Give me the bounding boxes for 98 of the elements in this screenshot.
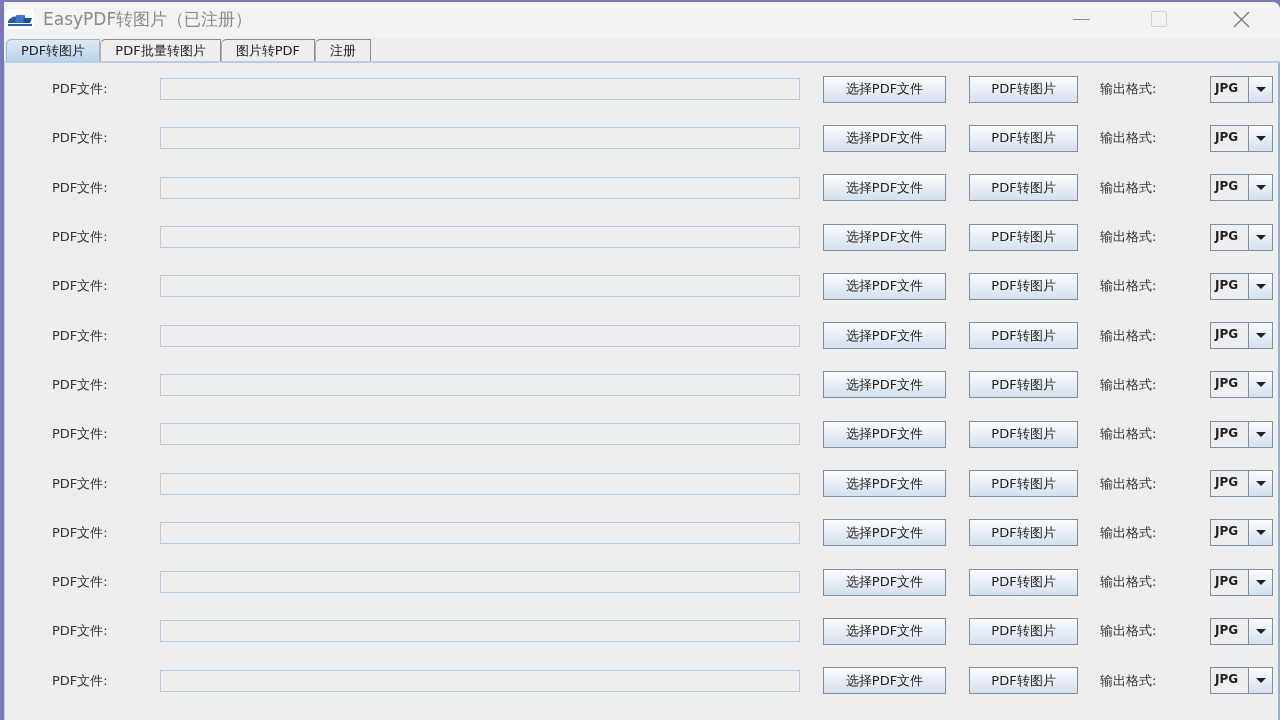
close-icon[interactable] (1233, 10, 1250, 28)
file-path-field[interactable] (160, 226, 800, 249)
convert-button[interactable]: PDF转图片 (969, 568, 1078, 596)
file-label: PDF文件: (52, 622, 109, 641)
window-title: EasyPDF转图片（已注册） (43, 7, 253, 31)
format-dropdown[interactable]: JPG (1210, 75, 1273, 103)
tab[interactable]: 注册 (315, 39, 371, 61)
choose-file-button[interactable]: 选择PDF文件 (823, 667, 946, 695)
file-label: PDF文件: (52, 277, 109, 296)
convert-button[interactable]: PDF转图片 (969, 617, 1078, 645)
file-label: PDF文件: (52, 326, 109, 345)
tab[interactable]: PDF批量转图片 (100, 39, 221, 61)
dropdown-arrow-icon (1255, 530, 1266, 536)
file-path-field[interactable] (160, 571, 800, 594)
format-dropdown[interactable]: JPG (1210, 420, 1273, 448)
tab[interactable]: PDF转图片 (6, 39, 101, 61)
format-label: 输出格式: (1100, 474, 1158, 493)
file-label: PDF文件: (52, 523, 109, 542)
file-label: PDF文件: (52, 375, 109, 394)
file-label: PDF文件: (52, 573, 109, 592)
file-path-field[interactable] (160, 127, 800, 150)
file-path-field[interactable] (160, 373, 800, 396)
dropdown-arrow-icon (1255, 481, 1266, 486)
convert-button[interactable]: PDF转图片 (969, 371, 1078, 399)
choose-file-button[interactable]: 选择PDF文件 (823, 322, 946, 350)
convert-button[interactable]: PDF转图片 (969, 322, 1078, 350)
convert-button[interactable]: PDF转图片 (969, 75, 1078, 103)
file-path-field[interactable] (160, 521, 800, 544)
dropdown-arrow-icon (1255, 678, 1266, 684)
convert-button[interactable]: PDF转图片 (969, 174, 1078, 202)
file-path-field[interactable] (160, 176, 800, 199)
convert-button[interactable]: PDF转图片 (969, 667, 1078, 695)
format-dropdown[interactable]: JPG (1210, 272, 1273, 300)
file-path-field[interactable] (160, 423, 800, 446)
format-dropdown[interactable]: JPG (1210, 667, 1273, 695)
convert-button[interactable]: PDF转图片 (969, 420, 1078, 448)
choose-file-button[interactable]: 选择PDF文件 (823, 470, 946, 497)
format-dropdown[interactable]: JPG (1210, 519, 1273, 547)
convert-button[interactable]: PDF转图片 (969, 223, 1078, 251)
maximize-icon[interactable] (1151, 11, 1167, 27)
format-label: 输出格式: (1100, 228, 1158, 247)
choose-file-button[interactable]: 选择PDF文件 (823, 272, 946, 300)
choose-file-button[interactable]: 选择PDF文件 (823, 519, 946, 547)
format-label: 输出格式: (1100, 622, 1158, 641)
format-label: 输出格式: (1100, 425, 1158, 444)
dropdown-arrow-icon (1255, 628, 1266, 634)
dropdown-arrow-icon (1255, 579, 1266, 585)
dropdown-arrow-icon (1255, 86, 1266, 92)
file-path-field[interactable] (160, 620, 800, 643)
file-path-field[interactable] (160, 78, 800, 101)
format-label: 输出格式: (1100, 277, 1158, 296)
choose-file-button[interactable]: 选择PDF文件 (823, 568, 946, 596)
format-dropdown[interactable]: JPG (1210, 124, 1273, 152)
file-path-field[interactable] (160, 669, 800, 692)
convert-button[interactable]: PDF转图片 (969, 124, 1078, 152)
format-label: 输出格式: (1100, 523, 1158, 542)
file-label: PDF文件: (52, 671, 109, 690)
dropdown-arrow-icon (1255, 185, 1266, 191)
choose-file-button[interactable]: 选择PDF文件 (823, 124, 946, 152)
convert-button[interactable]: PDF转图片 (969, 519, 1078, 547)
dropdown-arrow-icon (1255, 382, 1266, 388)
format-dropdown[interactable]: JPG (1210, 470, 1273, 497)
choose-file-button[interactable]: 选择PDF文件 (823, 174, 946, 202)
format-dropdown[interactable]: JPG (1210, 223, 1273, 251)
dropdown-arrow-icon (1255, 283, 1266, 289)
format-label: 输出格式: (1100, 671, 1158, 690)
format-dropdown[interactable]: JPG (1210, 174, 1273, 202)
format-label: 输出格式: (1100, 573, 1158, 592)
format-label: 输出格式: (1100, 80, 1158, 99)
format-dropdown[interactable]: JPG (1210, 371, 1273, 399)
file-label: PDF文件: (52, 474, 109, 493)
file-label: PDF文件: (52, 178, 109, 197)
file-label: PDF文件: (52, 228, 109, 247)
file-path-field[interactable] (160, 275, 800, 298)
file-label: PDF文件: (52, 80, 109, 99)
dropdown-arrow-icon (1255, 234, 1266, 240)
format-label: 输出格式: (1100, 326, 1158, 345)
format-label: 输出格式: (1100, 129, 1158, 148)
choose-file-button[interactable]: 选择PDF文件 (823, 617, 946, 645)
file-label: PDF文件: (52, 425, 109, 444)
format-label: 输出格式: (1100, 178, 1158, 197)
dropdown-arrow-icon (1255, 135, 1266, 141)
choose-file-button[interactable]: 选择PDF文件 (823, 223, 946, 251)
dropdown-arrow-icon (1255, 431, 1266, 437)
choose-file-button[interactable]: 选择PDF文件 (823, 420, 946, 448)
file-path-field[interactable] (160, 324, 800, 347)
format-label: 输出格式: (1100, 375, 1158, 394)
choose-file-button[interactable]: 选择PDF文件 (823, 371, 946, 399)
file-path-field[interactable] (160, 472, 800, 495)
convert-button[interactable]: PDF转图片 (969, 272, 1078, 300)
file-label: PDF文件: (52, 129, 109, 148)
format-dropdown[interactable]: JPG (1210, 568, 1273, 596)
format-dropdown[interactable]: JPG (1210, 322, 1273, 350)
choose-file-button[interactable]: 选择PDF文件 (823, 75, 946, 103)
convert-button[interactable]: PDF转图片 (969, 470, 1078, 497)
format-dropdown[interactable]: JPG (1210, 617, 1273, 645)
dropdown-arrow-icon (1255, 333, 1266, 339)
tab[interactable]: 图片转PDF (220, 39, 315, 61)
